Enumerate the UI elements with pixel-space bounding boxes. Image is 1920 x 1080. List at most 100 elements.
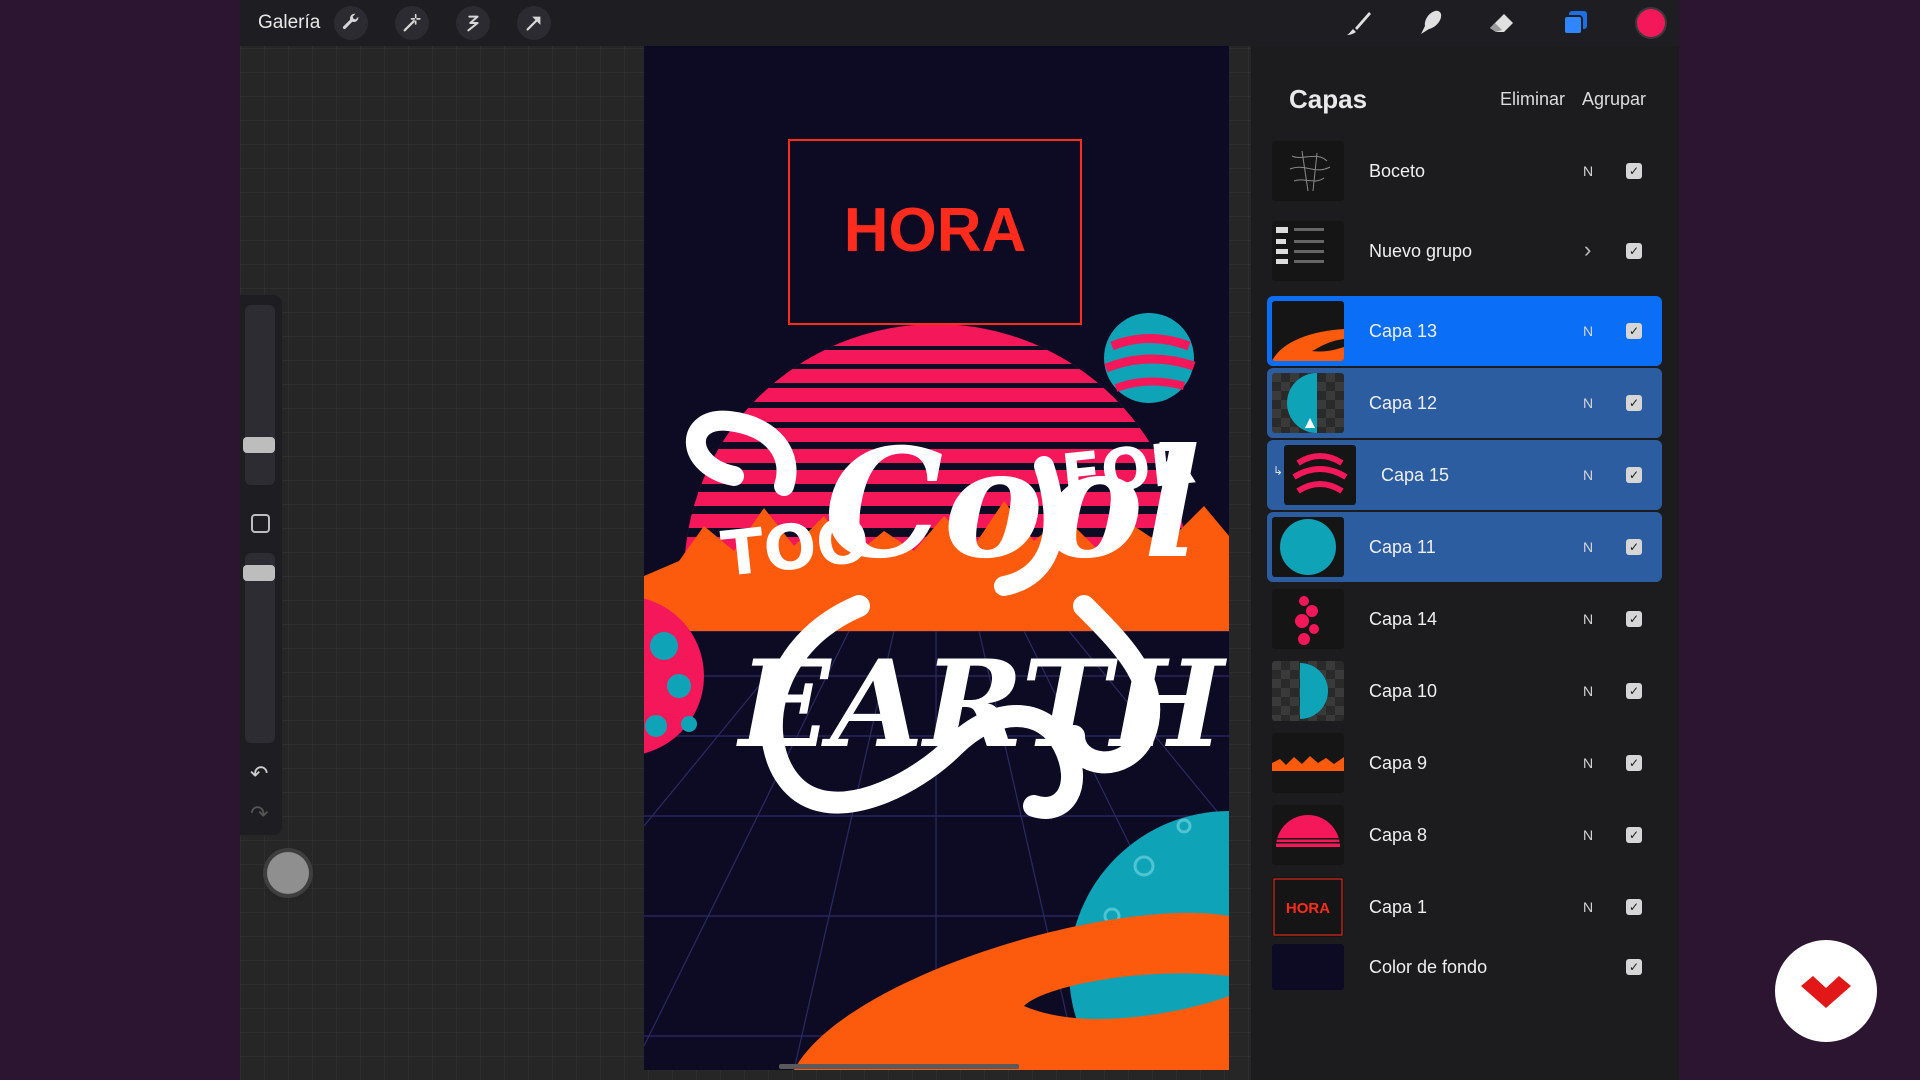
redo-icon[interactable]: ↷ xyxy=(250,801,268,827)
layer-name: Color de fondo xyxy=(1369,957,1488,977)
selection-icon xyxy=(456,6,490,40)
blend-mode-button[interactable]: N xyxy=(1583,368,1593,438)
undo-icon[interactable]: ↶ xyxy=(250,761,268,787)
layer-row-capa-10[interactable]: Capa 10 N ✓ xyxy=(1267,656,1662,726)
artwork-canvas[interactable]: HORA TOO Cool FOR EARTH xyxy=(644,46,1229,1070)
layers-button[interactable] xyxy=(1558,0,1592,46)
layer-row-capa-12[interactable]: Capa 12 N ✓ xyxy=(1267,368,1662,438)
delete-button[interactable]: Eliminar xyxy=(1500,89,1565,110)
blend-mode-button[interactable]: N xyxy=(1583,872,1593,942)
layer-name: Capa 14 xyxy=(1369,609,1438,629)
brand-logo-icon xyxy=(1801,976,1851,1008)
group-thumbnail xyxy=(1272,221,1344,281)
visibility-checkbox[interactable]: ✓ xyxy=(1626,395,1642,411)
visibility-checkbox[interactable]: ✓ xyxy=(1626,959,1642,975)
blend-mode-button[interactable]: N xyxy=(1583,136,1593,206)
visibility-checkbox[interactable]: ✓ xyxy=(1626,323,1642,339)
top-toolbar: Galería xyxy=(240,0,1679,46)
layer-thumbnail xyxy=(1272,589,1344,649)
lettering-earth: EARTH xyxy=(736,634,1227,775)
blend-mode-button[interactable]: N xyxy=(1583,440,1593,510)
layer-name: Capa 15 xyxy=(1381,465,1450,485)
layer-name: Boceto xyxy=(1369,161,1426,181)
visibility-checkbox[interactable]: ✓ xyxy=(1626,827,1642,843)
smudge-icon xyxy=(1421,10,1442,34)
clipping-mask-icon: ↳ xyxy=(1273,464,1284,478)
eraser-button[interactable] xyxy=(1485,0,1519,46)
layer-name: Capa 11 xyxy=(1369,537,1436,557)
panel-title: Capas xyxy=(1289,84,1368,114)
blend-mode-button[interactable]: N xyxy=(1583,728,1593,798)
layer-name: Capa 10 xyxy=(1369,681,1438,701)
blend-mode-button[interactable]: N xyxy=(1583,296,1593,366)
color-button[interactable] xyxy=(1637,0,1665,46)
background-color-thumbnail xyxy=(1272,944,1344,990)
actions-button[interactable] xyxy=(334,0,368,46)
visibility-checkbox[interactable]: ✓ xyxy=(1626,899,1642,915)
artwork-illustration: HORA TOO Cool FOR EARTH xyxy=(644,46,1229,1070)
lettering-for: FOR xyxy=(1058,428,1198,510)
current-color-swatch xyxy=(1637,9,1665,37)
layer-row-capa-15[interactable]: ↳ Capa 15 N ✓ xyxy=(1267,440,1662,510)
layer-name: Capa 1 xyxy=(1369,897,1428,917)
layers-icon xyxy=(1563,11,1587,35)
layer-thumbnail xyxy=(1272,733,1344,793)
layer-row-color-de-fondo[interactable]: Color de fondo ✓ xyxy=(1267,939,1662,995)
selection-button[interactable] xyxy=(456,0,490,46)
blend-mode-button[interactable]: N xyxy=(1583,800,1593,870)
quick-menu-button[interactable] xyxy=(267,852,309,894)
layer-thumbnail xyxy=(1272,805,1344,865)
layer-thumbnail xyxy=(1272,373,1344,433)
visibility-checkbox[interactable]: ✓ xyxy=(1626,755,1642,771)
layer-name: Capa 13 xyxy=(1369,321,1438,341)
modify-button[interactable] xyxy=(251,514,270,533)
thumb-hora-text: HORA xyxy=(1286,900,1330,917)
layers-panel: Capas Eliminar Agrupar Boceto N ✓ Nuevo … xyxy=(1251,46,1679,1080)
opacity-slider[interactable] xyxy=(243,553,275,743)
layer-name: Nuevo grupo xyxy=(1369,241,1473,261)
layer-thumbnail xyxy=(1272,661,1344,721)
layer-row-capa-1[interactable]: HORA Capa 1 N ✓ xyxy=(1267,872,1662,942)
layer-name: Capa 9 xyxy=(1369,753,1428,773)
layer-thumbnail: HORA xyxy=(1272,877,1344,937)
group-button[interactable]: Agrupar xyxy=(1582,89,1646,110)
visibility-checkbox[interactable]: ✓ xyxy=(1626,683,1642,699)
visibility-checkbox[interactable]: ✓ xyxy=(1626,467,1642,483)
brush-size-slider[interactable] xyxy=(243,305,275,485)
visibility-checkbox[interactable]: ✓ xyxy=(1626,243,1642,259)
brush-button[interactable] xyxy=(1341,0,1375,46)
blend-mode-button[interactable]: N xyxy=(1583,656,1593,726)
layer-row-boceto[interactable]: Boceto N ✓ xyxy=(1267,136,1662,206)
layer-row-capa-13[interactable]: Capa 13 N ✓ xyxy=(1267,296,1662,366)
brush-size-thumb[interactable] xyxy=(243,437,275,453)
layer-name: Capa 8 xyxy=(1369,825,1428,845)
adjustments-button[interactable] xyxy=(395,0,429,46)
side-toolbar: ↶ ↷ xyxy=(240,295,282,835)
visibility-checkbox[interactable]: ✓ xyxy=(1626,163,1642,179)
layer-row-capa-8[interactable]: Capa 8 N ✓ xyxy=(1267,800,1662,870)
smudge-button[interactable] xyxy=(1413,0,1447,46)
layer-row-capa-11[interactable]: Capa 11 N ✓ xyxy=(1267,512,1662,582)
layer-thumbnail xyxy=(1284,445,1356,505)
brand-logo xyxy=(1775,940,1877,1042)
visibility-checkbox[interactable]: ✓ xyxy=(1626,611,1642,627)
blend-mode-button[interactable]: N xyxy=(1583,584,1593,654)
home-indicator xyxy=(779,1064,1019,1069)
blend-mode-button[interactable]: N xyxy=(1583,512,1593,582)
magic-wand-icon xyxy=(395,6,429,40)
layer-row-capa-14[interactable]: Capa 14 N ✓ xyxy=(1267,584,1662,654)
layer-thumbnail xyxy=(1272,141,1344,201)
eraser-icon xyxy=(1490,14,1513,32)
hora-text: HORA xyxy=(844,196,1027,265)
transform-button[interactable] xyxy=(517,0,551,46)
opacity-thumb[interactable] xyxy=(243,565,275,581)
layer-row-nuevo-grupo[interactable]: Nuevo grupo › ✓ xyxy=(1267,216,1662,286)
gallery-button[interactable]: Galería xyxy=(258,0,320,46)
chevron-right-icon[interactable]: › xyxy=(1584,216,1591,284)
layer-row-capa-9[interactable]: Capa 9 N ✓ xyxy=(1267,728,1662,798)
striped-planet xyxy=(1104,313,1196,403)
procreate-app: Galería ↶ ↷ HORA TOO Cool FOR EARTH Capa… xyxy=(240,0,1679,1080)
visibility-checkbox[interactable]: ✓ xyxy=(1626,539,1642,555)
layer-name: Capa 12 xyxy=(1369,393,1438,413)
brush-icon xyxy=(1347,12,1371,35)
